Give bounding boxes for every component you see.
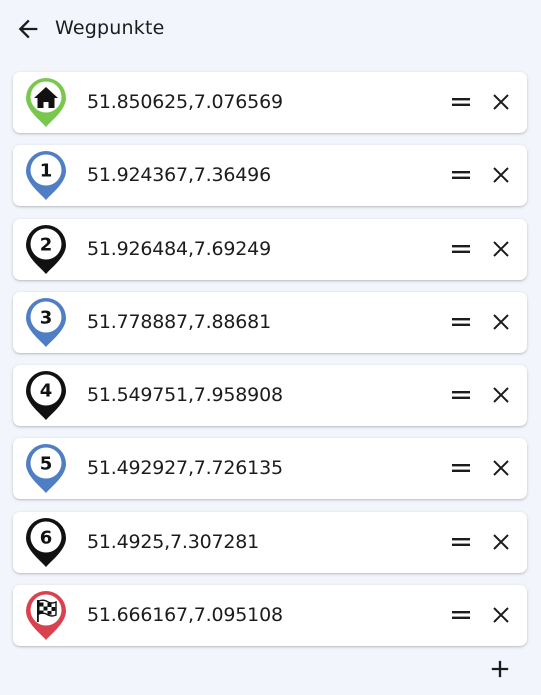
drag-handle-icon[interactable] [449,603,473,627]
close-icon[interactable] [489,163,513,187]
drag-handle-icon[interactable] [449,456,473,480]
svg-text:3: 3 [40,307,53,328]
drag-handle-icon[interactable] [449,310,473,334]
close-icon[interactable] [489,383,513,407]
waypoint-coordinates: 51.850625,7.076569 [87,91,283,113]
waypoint-item[interactable]: 51.666167,7.095108 [13,585,527,647]
waypoint-coordinates: 51.549751,7.958908 [87,384,283,407]
waypoint-coordinates: 51.492927,7.726135 [87,457,283,480]
arrow-left-icon [18,19,38,39]
waypoint-coordinates: 51.778887,7.88681 [87,310,271,333]
add-waypoint-button[interactable] [486,655,514,683]
waypoint-item[interactable]: 1 51.924367,7.36496 [13,145,527,207]
drag-handle-icon[interactable] [449,163,473,187]
waypoint-marker-5-icon: 5 [24,443,68,495]
svg-text:6: 6 [40,527,53,548]
close-icon[interactable] [489,456,513,480]
waypoint-marker-6-icon: 6 [24,517,68,569]
home-marker-icon [24,77,68,129]
drag-handle-icon[interactable] [449,237,473,261]
waypoint-marker-3-icon: 3 [24,297,68,349]
waypoint-item[interactable]: 3 51.778887,7.88681 [13,291,527,353]
finish-flag-marker-icon [24,590,68,642]
close-icon[interactable] [489,530,513,554]
close-icon[interactable] [489,237,513,261]
waypoint-marker-4-icon: 4 [24,370,68,422]
svg-text:5: 5 [40,454,53,475]
back-button[interactable] [14,15,42,43]
drag-handle-icon[interactable] [449,383,473,407]
waypoint-marker-2-icon: 2 [24,224,68,276]
waypoint-item[interactable]: 4 51.549751,7.958908 [13,365,527,427]
svg-text:4: 4 [40,381,53,402]
svg-text:2: 2 [40,234,53,255]
waypoint-item[interactable]: 6 51.4925,7.307281 [13,511,527,573]
waypoint-item[interactable]: 5 51.492927,7.726135 [13,438,527,500]
close-icon[interactable] [489,603,513,627]
waypoint-marker-1-icon: 1 [24,150,68,202]
page-title: Wegpunkte [55,17,165,39]
close-icon[interactable] [489,90,513,114]
waypoint-coordinates: 51.4925,7.307281 [87,530,260,553]
waypoint-coordinates: 51.924367,7.36496 [87,164,271,187]
waypoint-coordinates: 51.926484,7.69249 [87,237,271,260]
app-bar: Wegpunkte [0,0,541,58]
drag-handle-icon[interactable] [449,90,473,114]
waypoint-list: 51.850625,7.076569 1 51.924367,7.36496 2 51.… [13,72,527,658]
close-icon[interactable] [489,310,513,334]
waypoint-item[interactable]: 51.850625,7.076569 [13,72,527,133]
plus-icon [491,660,509,678]
waypoint-item[interactable]: 2 51.926484,7.69249 [13,218,527,280]
svg-text:1: 1 [40,161,53,182]
drag-handle-icon[interactable] [449,530,473,554]
waypoint-coordinates: 51.666167,7.095108 [87,604,283,627]
